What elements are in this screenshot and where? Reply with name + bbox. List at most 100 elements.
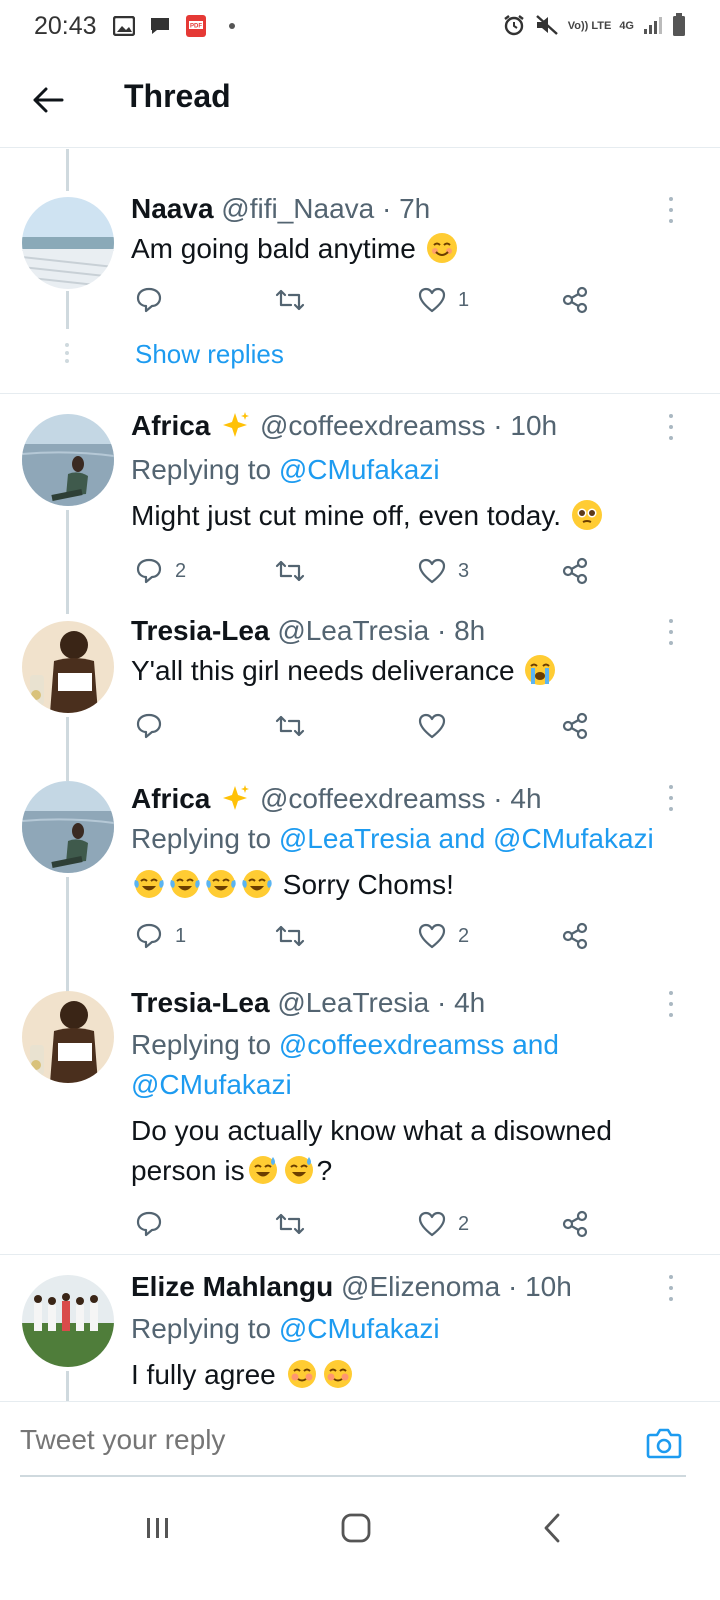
tweet[interactable]: Africa @coffeexdreamss · 10h Replying to… <box>0 394 720 614</box>
more-options-button[interactable] <box>664 1275 678 1301</box>
reply-icon <box>136 1211 162 1237</box>
like-button[interactable]: 2 <box>418 919 469 953</box>
tweet-actions <box>131 709 601 743</box>
status-bar: 20:43 PDF Vo)) LTE 4G <box>0 0 720 52</box>
avatar[interactable] <box>22 1275 114 1367</box>
tweet-text: Sorry Choms! <box>131 865 454 905</box>
home-button[interactable] <box>326 1506 386 1550</box>
camera-button[interactable] <box>646 1426 682 1460</box>
retweet-button[interactable] <box>275 283 305 317</box>
volte-indicator: Vo)) LTE <box>567 19 612 32</box>
mention-link[interactable]: @coffeexdreamss and <box>279 1029 559 1060</box>
sweat-smile-emoji-icon <box>248 1156 277 1184</box>
avatar[interactable] <box>22 991 114 1083</box>
back-button[interactable] <box>30 82 66 118</box>
tweet[interactable]: Africa @coffeexdreamss · 4h Replying to … <box>0 767 720 997</box>
mention-link[interactable]: @CMufakazi <box>279 454 440 485</box>
handle-time: @coffeexdreamss · 4h <box>259 783 542 814</box>
tweet-text-line: person is <box>131 1155 245 1186</box>
tweet[interactable]: Tresia-Lea @LeaTresia · 4h Replying to @… <box>0 971 720 1253</box>
handle-time: @Elizenoma · 10h <box>341 1271 572 1302</box>
tweet-header: Africa @coffeexdreamss · 4h <box>131 783 542 815</box>
share-button[interactable] <box>561 283 589 317</box>
share-icon <box>562 286 588 314</box>
avatar[interactable] <box>22 781 114 873</box>
replying-prefix: Replying to <box>131 823 279 854</box>
tweet-header: Elize Mahlangu @Elizenoma · 10h <box>131 1271 572 1303</box>
home-icon <box>341 1513 371 1543</box>
retweet-button[interactable] <box>275 1207 305 1241</box>
back-nav-button[interactable] <box>522 1506 582 1550</box>
thread-list[interactable]: Naava @fifi_Naava · 7h Am going bald any… <box>0 149 720 1401</box>
like-button[interactable] <box>418 709 446 743</box>
pleading-face-emoji-icon <box>571 500 602 530</box>
recent-apps-button[interactable] <box>128 1506 188 1550</box>
tears-of-joy-emoji-icon <box>170 870 200 898</box>
share-button[interactable] <box>561 709 589 743</box>
like-button[interactable]: 1 <box>418 283 469 317</box>
tweet-header: Tresia-Lea @LeaTresia · 8h <box>131 615 485 647</box>
retweet-icon <box>275 289 305 311</box>
tweet-reply-input[interactable] <box>20 1424 620 1456</box>
mention-link[interactable]: @CMufakazi <box>131 1069 292 1100</box>
more-options-button[interactable] <box>664 414 678 440</box>
more-options-button[interactable] <box>664 991 678 1017</box>
blushing-face-emoji-icon <box>323 1360 352 1388</box>
retweet-icon <box>275 925 305 947</box>
display-name[interactable]: Elize Mahlangu <box>131 1271 333 1302</box>
tweet-text: Am going bald anytime <box>131 229 460 269</box>
avatar[interactable] <box>22 197 114 289</box>
reply-button[interactable] <box>135 283 163 317</box>
more-options-button[interactable] <box>664 785 678 811</box>
retweet-button[interactable] <box>275 554 305 588</box>
share-button[interactable] <box>561 554 589 588</box>
display-name[interactable]: Africa <box>131 410 210 441</box>
heart-icon <box>418 1211 446 1237</box>
alarm-icon <box>502 13 526 40</box>
replying-to: Replying to @coffeexdreamss and <box>131 1029 559 1061</box>
share-icon <box>562 557 588 585</box>
replying-to: Replying to @LeaTresia and @CMufakazi <box>131 823 654 855</box>
network-indicator: 4G <box>619 19 634 32</box>
like-button[interactable]: 3 <box>418 554 469 588</box>
image-icon <box>111 14 137 38</box>
like-count: 3 <box>458 559 470 582</box>
tweet[interactable]: Elize Mahlangu @Elizenoma · 10h Replying… <box>0 1255 720 1401</box>
more-options-button[interactable] <box>664 619 678 645</box>
tweet-text-content: Sorry Choms! <box>282 869 454 900</box>
tweet[interactable]: Naava @fifi_Naava · 7h Am going bald any… <box>0 149 720 393</box>
more-options-button[interactable] <box>664 197 678 223</box>
tweet-header: Tresia-Lea @LeaTresia · 4h <box>131 987 485 1019</box>
avatar[interactable] <box>22 414 114 506</box>
reply-icon <box>136 713 162 739</box>
retweet-button[interactable] <box>275 709 305 743</box>
tweet-actions: 2 3 <box>131 554 601 588</box>
reply-button[interactable]: 2 <box>135 554 186 588</box>
reply-button[interactable]: 1 <box>135 919 186 953</box>
tweet-text: Might just cut mine off, even today. <box>131 496 605 536</box>
display-name[interactable]: Africa <box>131 783 210 814</box>
display-name[interactable]: Tresia-Lea <box>131 987 270 1018</box>
mention-link[interactable]: @CMufakazi <box>279 1313 440 1344</box>
share-icon <box>562 1210 588 1238</box>
replying-to: Replying to @CMufakazi <box>131 454 440 486</box>
share-button[interactable] <box>561 1207 589 1241</box>
mention-link[interactable]: @LeaTresia and @CMufakazi <box>279 823 654 854</box>
tweet-text-content: I fully agree <box>131 1359 276 1390</box>
display-name[interactable]: Tresia-Lea <box>131 615 270 646</box>
reply-button[interactable] <box>135 1207 163 1241</box>
handle-time: @coffeexdreamss · 10h <box>259 410 558 441</box>
share-button[interactable] <box>561 919 589 953</box>
tweet[interactable]: Tresia-Lea @LeaTresia · 8h Y'all this gi… <box>0 599 720 781</box>
tweet-header: Africa @coffeexdreamss · 10h <box>131 410 557 442</box>
retweet-button[interactable] <box>275 919 305 953</box>
tears-of-joy-emoji-icon <box>134 870 164 898</box>
show-replies-link[interactable]: Show replies <box>135 339 284 370</box>
like-button[interactable]: 2 <box>418 1207 469 1241</box>
tweet-text-content: Am going bald anytime <box>131 233 416 264</box>
display-name[interactable]: Naava <box>131 193 214 224</box>
avatar[interactable] <box>22 621 114 713</box>
sweat-smile-emoji-icon <box>284 1156 313 1184</box>
handle-time: @LeaTresia · 4h <box>277 987 486 1018</box>
reply-button[interactable] <box>135 709 163 743</box>
